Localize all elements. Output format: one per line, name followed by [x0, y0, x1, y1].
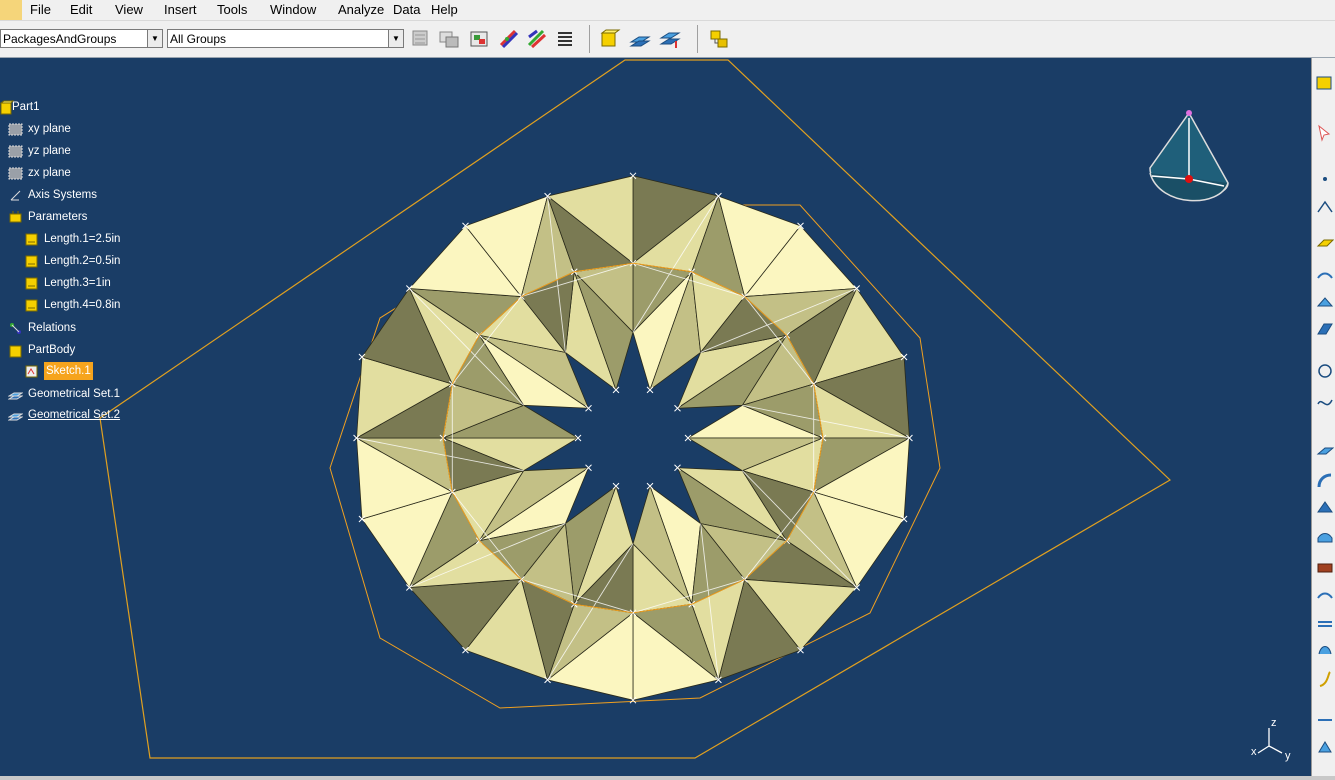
group-combo[interactable]: All Groups ▼: [167, 29, 404, 48]
geometrical-set-icon[interactable]: [628, 27, 652, 51]
length-parameter-icon: [25, 255, 38, 268]
rotate-icon[interactable]: [1316, 738, 1334, 756]
tree-node-label: Length.2=0.5in: [44, 255, 121, 267]
tree-node-label: PartBody: [28, 344, 76, 356]
multi-color-icon[interactable]: [525, 27, 549, 51]
sweep-icon[interactable]: [1316, 472, 1334, 490]
swap-visible-space-icon[interactable]: [437, 27, 461, 51]
tree-node-label: Length.1=2.5in: [44, 233, 121, 245]
boundary-icon[interactable]: [1316, 670, 1334, 688]
chevron-down-icon[interactable]: ▼: [147, 30, 162, 47]
blend-icon[interactable]: [1316, 528, 1334, 546]
tree-node-label-selected: Sketch.1: [44, 362, 93, 380]
menu-bar: File Edit View Insert Tools Window Analy…: [0, 0, 1335, 21]
fill-icon[interactable]: [1316, 498, 1334, 516]
polyhedron-model-view[interactable]: z x y: [0, 58, 1311, 776]
translate-icon[interactable]: [1316, 710, 1334, 728]
ordered-geometrical-set-icon[interactable]: [658, 27, 682, 51]
axis-system-icon: [10, 190, 21, 201]
plane-icon: [8, 123, 23, 136]
menu-edit[interactable]: Edit: [70, 2, 92, 17]
split-icon[interactable]: [1316, 614, 1334, 632]
tree-node-label: Axis Systems: [28, 189, 98, 201]
spline-icon[interactable]: [1316, 392, 1334, 410]
extrude-icon[interactable]: [1316, 320, 1334, 338]
triad-x-label: x: [1251, 746, 1257, 758]
point-icon[interactable]: [1316, 170, 1334, 188]
tree-node-label: Length.4=0.8in: [44, 299, 121, 311]
line-icon[interactable]: [1316, 198, 1334, 216]
right-toolbar: [1311, 58, 1335, 776]
menu-insert[interactable]: Insert: [164, 2, 197, 17]
tree-node-label: Geometrical Set.1: [28, 388, 121, 400]
polyhedron-facets: [355, 175, 911, 701]
projection-icon[interactable]: [1316, 268, 1334, 286]
tree-node-label-in-work: Geometrical Set.2: [28, 409, 121, 421]
toolbar-separator: [697, 25, 698, 53]
graph-properties-icon[interactable]: [467, 27, 491, 51]
tree-node-label: xy plane: [28, 123, 71, 135]
geometrical-set-icon: [8, 392, 23, 400]
menu-tools[interactable]: Tools: [217, 2, 247, 17]
tree-node-label: Parameters: [28, 211, 88, 223]
layers-list-icon[interactable]: [553, 27, 577, 51]
trim-icon[interactable]: [1316, 640, 1334, 658]
select-arrow-icon[interactable]: [1316, 124, 1334, 142]
sketch-icon: [25, 365, 38, 378]
chevron-down-icon[interactable]: ▼: [388, 30, 403, 47]
axis-triad-icon: [1257, 728, 1283, 754]
menu-file[interactable]: File: [30, 2, 51, 17]
tree-node-label: Relations: [28, 322, 76, 334]
filter-combo[interactable]: PackagesAndGroups ▼: [0, 29, 163, 48]
compass-icon[interactable]: [1149, 110, 1229, 202]
hide-show-icon[interactable]: [409, 27, 433, 51]
plane-icon: [8, 145, 23, 158]
start-menu-button[interactable]: [0, 0, 22, 20]
menu-help[interactable]: Help: [431, 2, 458, 17]
relations-icon: [10, 323, 21, 334]
filter-combo-value: PackagesAndGroups: [3, 32, 117, 46]
3d-viewport[interactable]: z x y Part1 xy plane yz plane zx plane A…: [0, 58, 1311, 776]
tree-node-label: Part1: [12, 101, 40, 113]
geometrical-set-icon: [8, 413, 23, 421]
circle-icon[interactable]: [1316, 362, 1334, 380]
parameters-icon: [9, 211, 22, 223]
insert-component-icon[interactable]: [707, 27, 731, 51]
part-body-icon[interactable]: [598, 27, 622, 51]
length-parameter-icon: [25, 277, 38, 290]
part-design-workbench-icon[interactable]: [1316, 74, 1334, 92]
tree-node-label: yz plane: [28, 145, 71, 157]
group-combo-value: All Groups: [170, 32, 227, 46]
surface-icon[interactable]: [1316, 442, 1334, 460]
join-icon[interactable]: [1316, 558, 1334, 576]
healing-icon[interactable]: [1316, 586, 1334, 604]
plane-icon[interactable]: [1316, 232, 1334, 250]
status-bar: [0, 776, 1335, 780]
intersection-icon[interactable]: [1316, 294, 1334, 312]
triad-y-label: y: [1285, 750, 1291, 762]
triad-z-label: z: [1271, 717, 1277, 729]
color-tools-icon[interactable]: [497, 27, 521, 51]
tree-node-label: Length.3=1in: [44, 277, 111, 289]
menu-data[interactable]: Data: [393, 2, 420, 17]
length-parameter-icon: [25, 299, 38, 312]
menu-window[interactable]: Window: [270, 2, 316, 17]
menu-analyze[interactable]: Analyze: [338, 2, 384, 17]
plane-icon: [8, 167, 23, 180]
menu-view[interactable]: View: [115, 2, 143, 17]
part-body-icon: [9, 345, 22, 358]
tree-node-label: zx plane: [28, 167, 71, 179]
toolbar: PackagesAndGroups ▼ All Groups ▼: [0, 21, 1335, 58]
length-parameter-icon: [25, 233, 38, 246]
toolbar-separator: [589, 25, 590, 53]
